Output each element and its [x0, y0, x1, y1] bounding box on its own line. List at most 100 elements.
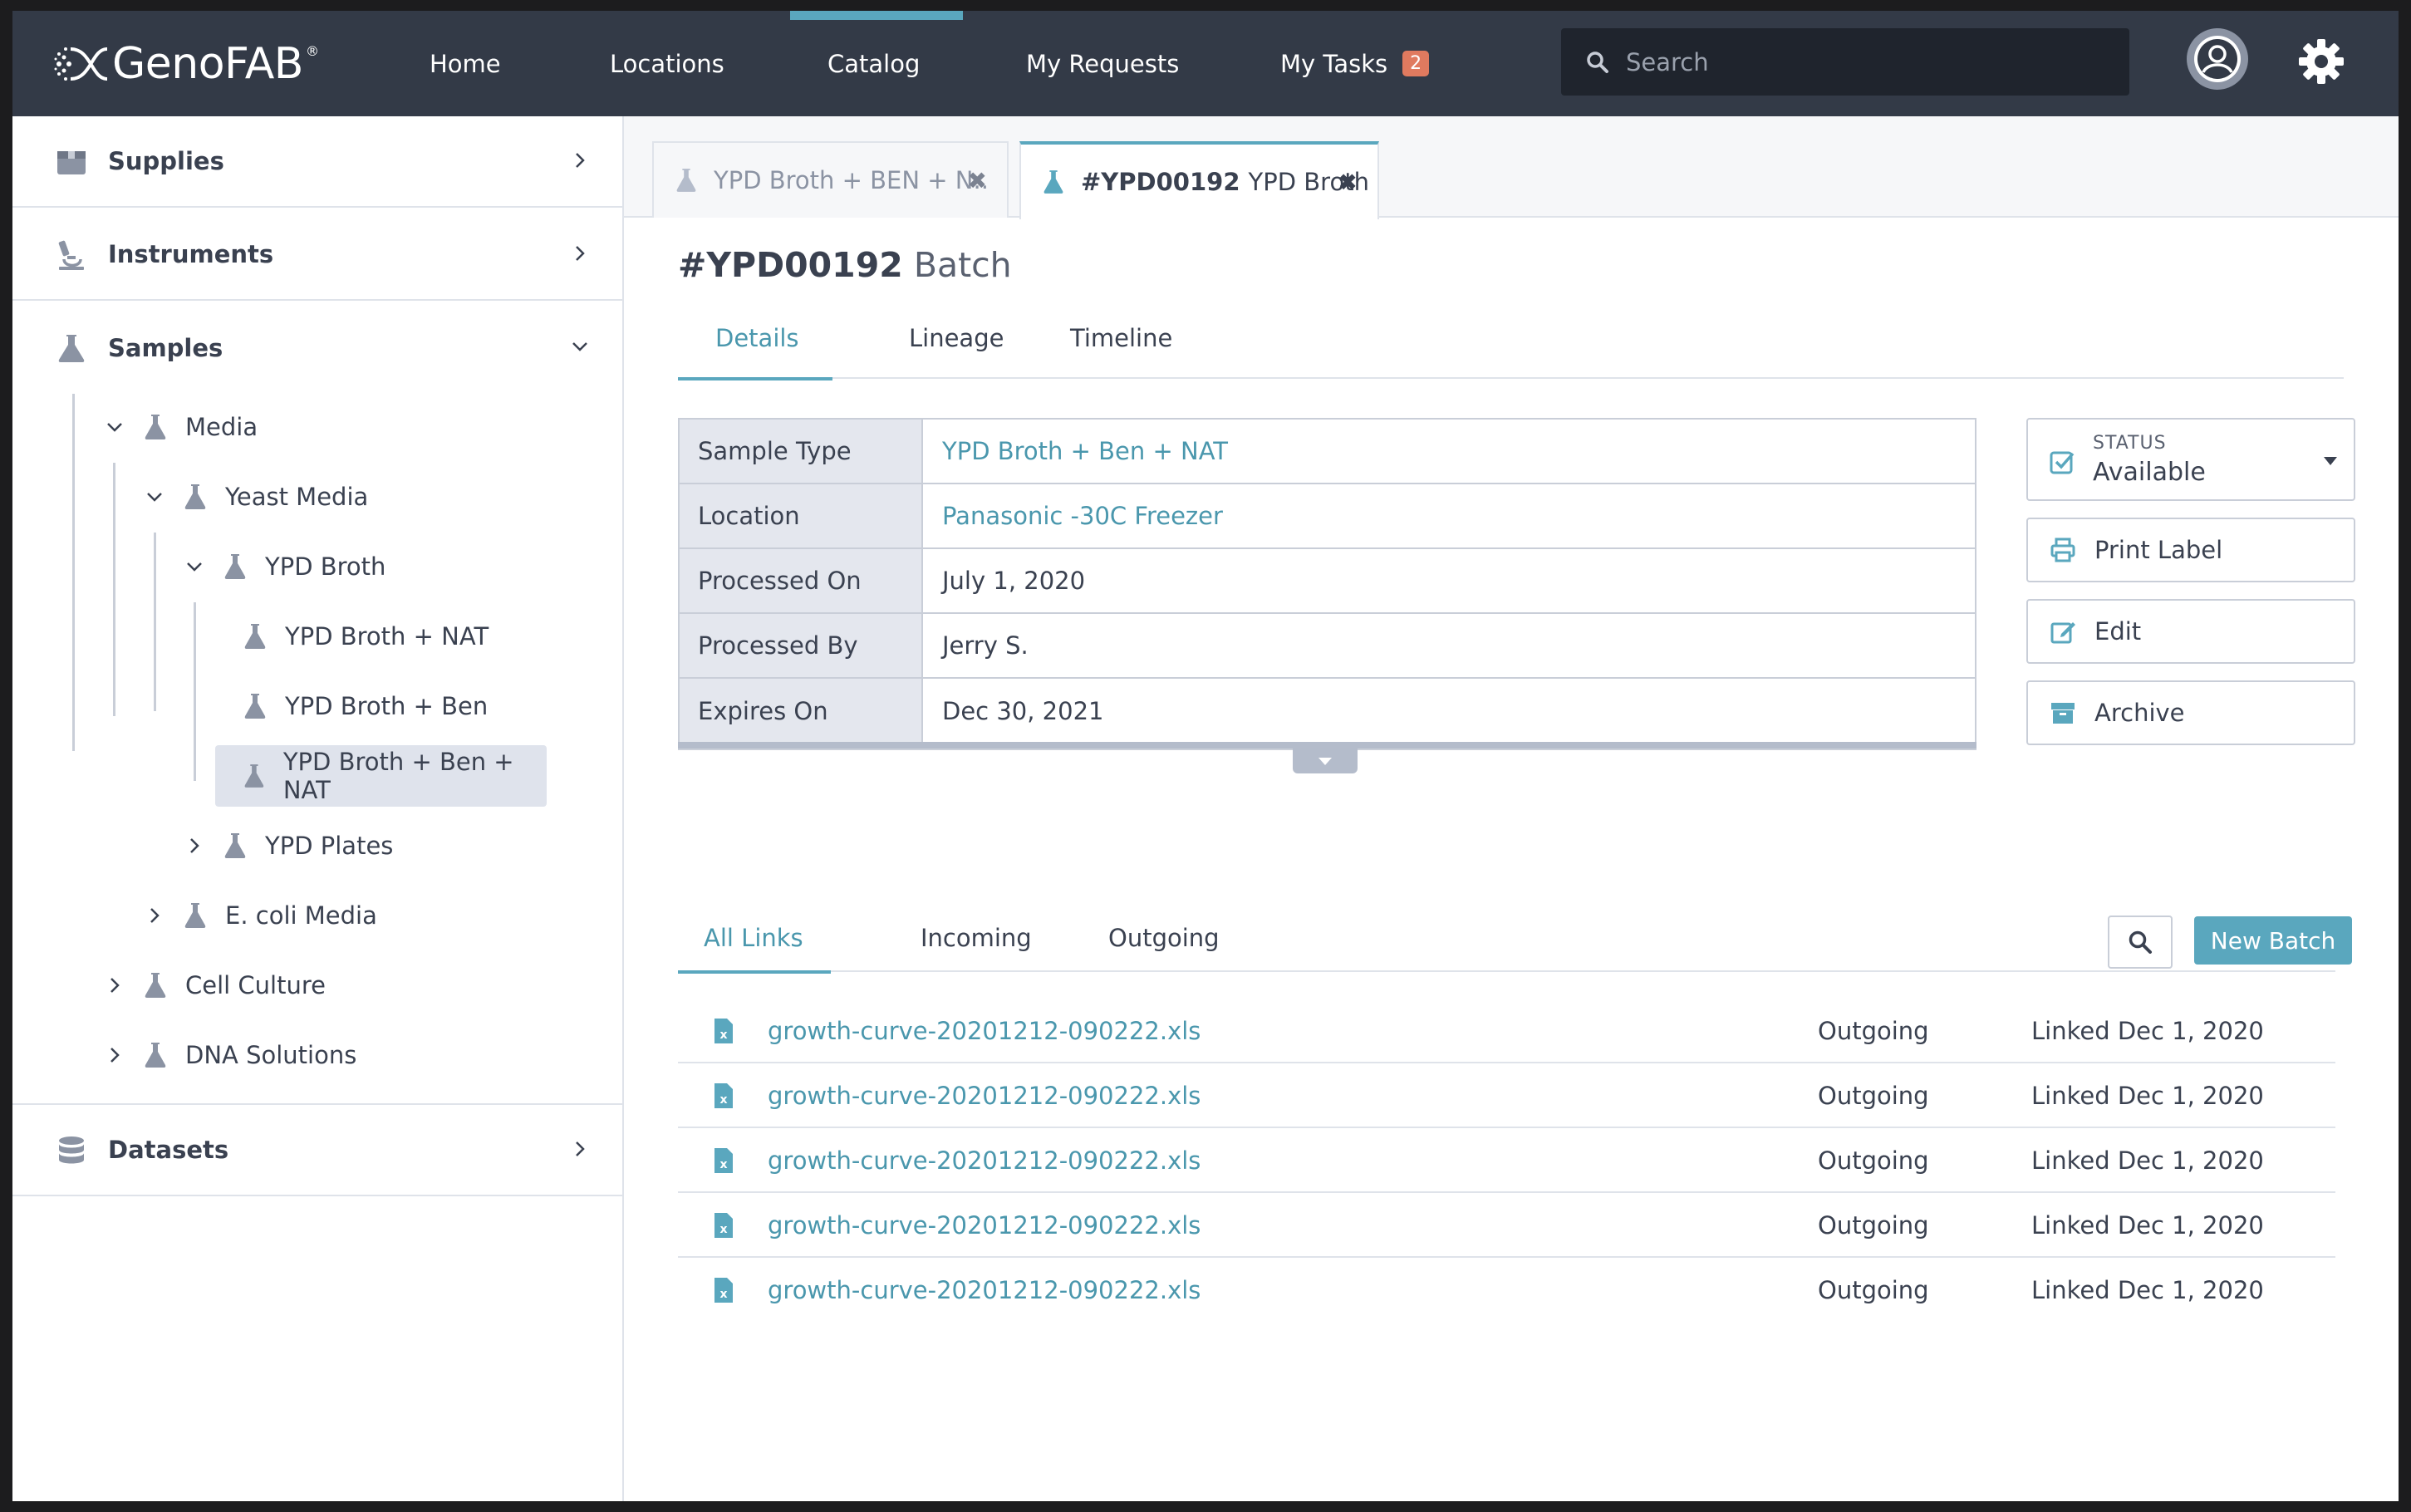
search-icon: [2129, 930, 2152, 954]
sidebar-section-samples[interactable]: Samples: [12, 302, 622, 394]
details-row: Expires On Dec 30, 2021: [680, 679, 1975, 744]
flask-icon: [1043, 170, 1063, 194]
tab-lineage[interactable]: Lineage: [909, 314, 1004, 379]
chevron-right-icon: [576, 1141, 585, 1156]
registered-mark: ®: [305, 42, 319, 59]
link-direction: Outgoing: [1818, 1146, 1929, 1175]
tree-item-label: YPD Broth + Ben: [285, 692, 489, 720]
chevron-right-icon: [576, 153, 585, 168]
checkbox-checked-icon: [2050, 451, 2075, 474]
link-file-name[interactable]: growth-curve-20201212-090222.xls: [768, 1146, 1201, 1175]
sidebar-section-supplies[interactable]: Supplies: [12, 116, 622, 208]
details-table: Sample Type YPD Broth + Ben + NAT Locati…: [678, 418, 1976, 750]
search-icon: [1587, 51, 1608, 73]
tree-item-ypd-broth-ben[interactable]: YPD Broth + Ben: [230, 675, 488, 737]
tree-item-label: YPD Broth + Ben + NAT: [282, 748, 514, 804]
link-row: x growth-curve-20201212-090222.xls Outgo…: [678, 1063, 2335, 1128]
link-row: x growth-curve-20201212-090222.xls Outgo…: [678, 1193, 2335, 1258]
svg-text:x: x: [719, 1093, 727, 1107]
user-avatar[interactable]: [2187, 28, 2248, 90]
doc-tab-id: #YPD00192: [1081, 168, 1240, 196]
tree-item-label: YPD Plates: [265, 832, 394, 860]
tree-item-media[interactable]: Media: [105, 396, 258, 458]
flask-icon: [244, 624, 266, 649]
sidebar-section-label: Instruments: [108, 240, 274, 268]
flask-icon: [224, 833, 246, 858]
user-icon: [2194, 36, 2241, 82]
expand-details-button[interactable]: [1293, 749, 1358, 773]
top-navigation-bar: GenoFAB ® Home Locations Catalog My Requ…: [12, 11, 2399, 116]
tab-label: Timeline: [1070, 324, 1173, 352]
print-label-button[interactable]: Print Label: [2026, 518, 2355, 582]
archive-text: Archive: [2094, 699, 2185, 727]
tree-item-label: DNA Solutions: [185, 1041, 357, 1069]
nav-my-requests[interactable]: My Requests: [1026, 11, 1179, 116]
flask-icon: [145, 1043, 166, 1068]
tree-guide-line: [72, 394, 75, 751]
link-file-name[interactable]: growth-curve-20201212-090222.xls: [768, 1276, 1201, 1304]
svg-text:x: x: [719, 1028, 727, 1042]
batch-id: #YPD00192: [678, 245, 903, 285]
details-key: Sample Type: [680, 420, 923, 483]
flask-icon: [244, 764, 264, 788]
new-batch-button[interactable]: New Batch: [2194, 916, 2352, 965]
tree-item-label: Cell Culture: [185, 971, 326, 999]
tree-item-ypd-plates[interactable]: YPD Plates: [184, 815, 393, 876]
close-icon[interactable]: ✖: [1338, 169, 1358, 196]
sidebar-section-datasets[interactable]: Datasets: [12, 1103, 622, 1196]
link-direction: Outgoing: [1818, 1276, 1929, 1304]
link-file-name[interactable]: growth-curve-20201212-090222.xls: [768, 1082, 1201, 1110]
genofab-logo[interactable]: GenoFAB ®: [54, 39, 319, 89]
tree-item-yeast-media[interactable]: Yeast Media: [145, 466, 368, 528]
nav-my-tasks-label: My Tasks: [1280, 49, 1388, 78]
nav-catalog[interactable]: Catalog: [789, 11, 964, 116]
edit-button[interactable]: Edit: [2026, 599, 2355, 664]
archive-icon: [2051, 703, 2075, 724]
status-label: STATUS: [2093, 433, 2167, 454]
links-tabs: All Links Incoming Outgoing: [678, 906, 2335, 974]
status-dropdown[interactable]: STATUS Available: [2026, 418, 2355, 501]
location-link[interactable]: Panasonic -30C Freezer: [942, 484, 1223, 547]
tab-incoming[interactable]: Incoming: [921, 906, 1032, 972]
chevron-right-icon: [576, 246, 585, 261]
tab-timeline[interactable]: Timeline: [1070, 314, 1172, 379]
global-search[interactable]: [1561, 28, 2129, 96]
link-file-name[interactable]: growth-curve-20201212-090222.xls: [768, 1017, 1201, 1045]
sidebar-section-label: Samples: [108, 334, 223, 362]
doc-tab-ypd00192[interactable]: #YPD00192 YPD Broth ✖: [1019, 141, 1379, 219]
tree-item-ypd-broth[interactable]: YPD Broth: [184, 536, 385, 597]
link-file-name[interactable]: growth-curve-20201212-090222.xls: [768, 1211, 1201, 1240]
sample-type-link[interactable]: YPD Broth + Ben + NAT: [942, 420, 1228, 483]
nav-locations[interactable]: Locations: [610, 11, 724, 116]
excel-file-icon: x: [714, 1148, 733, 1173]
nav-home[interactable]: Home: [430, 11, 501, 116]
excel-file-icon: x: [714, 1019, 733, 1043]
details-value: July 1, 2020: [942, 567, 1086, 595]
tree-item-ypd-broth-nat[interactable]: YPD Broth + NAT: [230, 606, 489, 667]
link-date: Linked Dec 1, 2020: [2031, 1146, 2264, 1175]
search-input[interactable]: [1626, 47, 2091, 76]
details-row: Processed On July 1, 2020: [680, 549, 1975, 614]
logo-text: GenoFAB: [112, 39, 303, 89]
tree-item-ecoli-media[interactable]: E. coli Media: [145, 885, 377, 946]
flask-icon: [145, 973, 166, 998]
doc-tab-label: YPD Broth + BEN + N..: [714, 166, 989, 194]
close-icon[interactable]: ✖: [968, 167, 987, 194]
tab-details[interactable]: Details: [678, 314, 832, 380]
tree-item-cell-culture[interactable]: Cell Culture: [105, 955, 326, 1016]
doc-tab-ypd-broth-ben-nat[interactable]: YPD Broth + BEN + N.. ✖: [652, 141, 1009, 218]
nav-my-requests-label: My Requests: [1026, 49, 1180, 78]
sidebar-section-instruments[interactable]: Instruments: [12, 209, 622, 301]
database-icon: [59, 1136, 84, 1164]
tab-outgoing[interactable]: Outgoing: [1108, 906, 1220, 972]
flask-icon: [244, 694, 266, 719]
nav-catalog-label: Catalog: [827, 49, 921, 78]
nav-my-tasks[interactable]: My Tasks 2: [1280, 11, 1430, 116]
print-label-text: Print Label: [2094, 536, 2223, 564]
links-search-button[interactable]: [2108, 916, 2173, 969]
archive-button[interactable]: Archive: [2026, 680, 2355, 745]
gear-icon[interactable]: [2297, 37, 2345, 86]
tree-item-ypd-broth-ben-nat[interactable]: YPD Broth + Ben + NAT: [215, 745, 547, 807]
tab-all-links[interactable]: All Links: [678, 906, 831, 974]
tree-item-dna-solutions[interactable]: DNA Solutions: [105, 1024, 356, 1086]
